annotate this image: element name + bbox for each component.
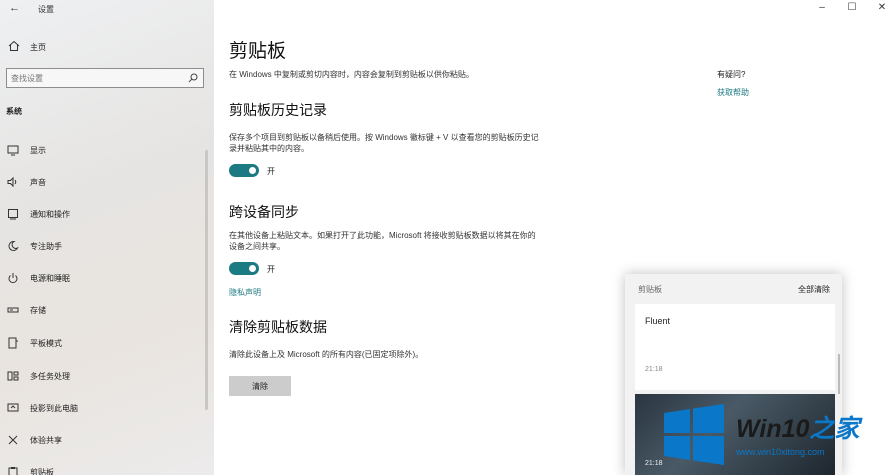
multitask-icon xyxy=(7,371,19,381)
sidebar-section-label: 系统 xyxy=(6,107,22,116)
watermark: Win10之家 www.win10xitong.com xyxy=(662,403,892,475)
sidebar-item-label: 平板模式 xyxy=(30,339,62,348)
sync-heading: 跨设备同步 xyxy=(229,204,299,220)
search-icon[interactable] xyxy=(188,73,198,83)
sidebar-item-label: 存储 xyxy=(30,306,46,315)
sidebar-item-label: 专注助手 xyxy=(30,242,62,251)
monitor-icon xyxy=(7,145,19,156)
sidebar-item-project-to-pc[interactable]: 投影到此电脑 xyxy=(0,398,214,418)
clear-heading: 清除剪贴板数据 xyxy=(229,319,327,335)
page-description: 在 Windows 中复制或剪切内容时，内容会复制到剪贴板以供你粘贴。 xyxy=(229,70,474,79)
toggle-knob xyxy=(249,265,256,272)
back-arrow-icon[interactable]: ← xyxy=(9,2,20,14)
watermark-url: www.win10xitong.com xyxy=(736,447,825,457)
sidebar-item-power-sleep[interactable]: 电源和睡眠 xyxy=(0,268,214,288)
clipboard-item-time: 21:18 xyxy=(645,460,663,467)
get-help-link[interactable]: 获取帮助 xyxy=(717,87,749,98)
sidebar-item-clipboard[interactable]: 剪贴板 xyxy=(0,462,214,475)
clipboard-panel-title: 剪贴板 xyxy=(638,285,662,294)
sidebar-item-storage[interactable]: 存储 xyxy=(0,300,214,320)
storage-icon xyxy=(7,307,19,313)
speaker-icon xyxy=(7,176,17,188)
sidebar-item-label: 声音 xyxy=(30,178,46,187)
watermark-brand-prefix: Win10 xyxy=(736,415,810,443)
share-icon xyxy=(8,435,18,445)
sidebar-item-focus-assist[interactable]: 专注助手 xyxy=(0,236,214,256)
privacy-statement-link[interactable]: 隐私声明 xyxy=(229,287,261,298)
sync-description: 在其他设备上粘贴文本。如果打开了此功能，Microsoft 将接收剪贴板数据以将… xyxy=(229,231,536,251)
sidebar-item-label: 多任务处理 xyxy=(30,372,70,381)
windows-logo-icon xyxy=(664,404,724,465)
sync-toggle[interactable] xyxy=(229,262,259,275)
moon-icon xyxy=(8,240,19,251)
clear-description: 清除此设备上及 Microsoft 的所有内容(已固定项除外)。 xyxy=(229,350,424,359)
search-box[interactable] xyxy=(6,68,204,88)
sidebar-scrollbar[interactable] xyxy=(205,150,208,410)
app-title: 设置 xyxy=(38,5,54,14)
clear-button[interactable]: 清除 xyxy=(229,376,291,396)
clipboard-panel-header: 剪贴板 全部清除 xyxy=(625,274,842,302)
tablet-icon xyxy=(8,337,18,349)
sidebar-item-label: 投影到此电脑 xyxy=(30,404,78,413)
sidebar-item-label: 电源和睡眠 xyxy=(30,274,70,283)
home-icon xyxy=(8,40,20,51)
clipboard-item-text: Fluent xyxy=(645,316,671,326)
clipboard-item[interactable]: Fluent 21:18 xyxy=(635,304,835,390)
project-icon xyxy=(7,403,19,412)
sidebar: ← 设置 主页 系统 显示 声音 通知和操作 专注助手 电源和睡眠 存储 xyxy=(0,0,214,475)
sidebar-item-label: 体验共享 xyxy=(30,436,62,445)
watermark-brand: Win10之家 xyxy=(736,409,859,445)
title-bar: ← 设置 xyxy=(0,0,214,20)
sync-toggle-label: 开 xyxy=(267,265,275,274)
page-title: 剪贴板 xyxy=(229,41,287,62)
history-description: 保存多个项目到剪贴板以备稍后使用。按 Windows 徽标键 + V 以查看您的… xyxy=(229,133,539,153)
power-icon xyxy=(8,273,18,284)
sidebar-item-shared-experiences[interactable]: 体验共享 xyxy=(0,430,214,450)
history-toggle-label: 开 xyxy=(267,167,275,176)
sidebar-item-label: 剪贴板 xyxy=(30,468,54,475)
help-question: 有疑问? xyxy=(717,70,746,79)
sidebar-item-label: 主页 xyxy=(30,43,46,52)
clipboard-item-time: 21:18 xyxy=(645,366,663,373)
notification-icon xyxy=(8,209,18,220)
sidebar-item-notifications[interactable]: 通知和操作 xyxy=(0,204,214,224)
history-heading: 剪贴板历史记录 xyxy=(229,102,327,118)
sidebar-item-sound[interactable]: 声音 xyxy=(0,172,214,192)
sidebar-item-display[interactable]: 显示 xyxy=(0,140,214,160)
history-toggle[interactable] xyxy=(229,164,259,177)
clipboard-panel-scrollbar[interactable] xyxy=(838,354,840,394)
clipboard-icon xyxy=(8,467,18,475)
search-input[interactable] xyxy=(11,72,181,84)
sidebar-item-label: 显示 xyxy=(30,146,46,155)
watermark-brand-suffix: 之家 xyxy=(809,415,860,443)
toggle-knob xyxy=(249,167,256,174)
sidebar-item-home[interactable]: 主页 xyxy=(0,38,214,56)
sidebar-item-multitasking[interactable]: 多任务处理 xyxy=(0,366,214,386)
sidebar-item-label: 通知和操作 xyxy=(30,210,70,219)
sidebar-item-tablet-mode[interactable]: 平板模式 xyxy=(0,333,214,353)
clear-all-button[interactable]: 全部清除 xyxy=(798,284,830,295)
